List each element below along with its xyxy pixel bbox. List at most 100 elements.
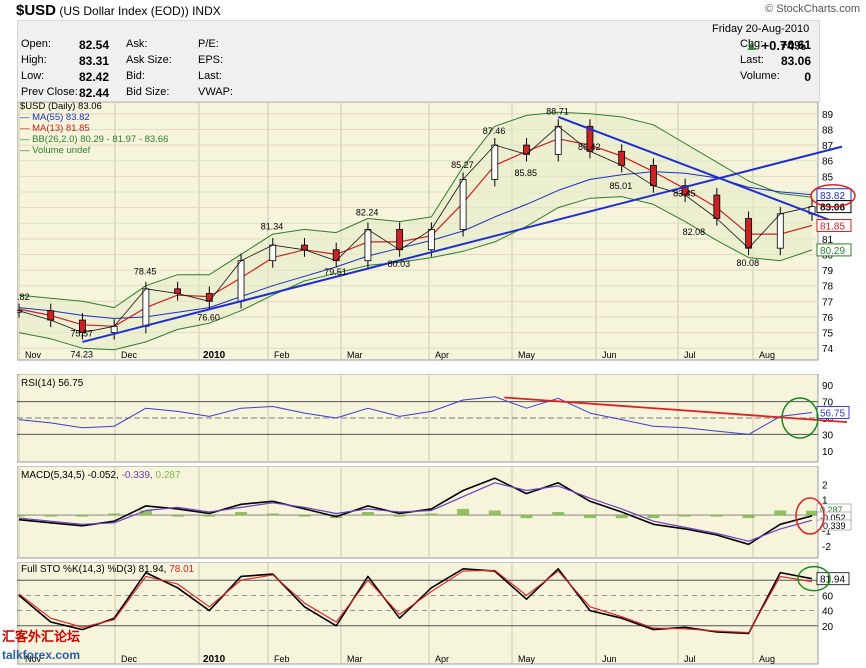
macd-histogram-bar: [266, 513, 279, 516]
sto-xaxis-label: 2010: [203, 654, 226, 665]
price-ytick-label: 79: [822, 266, 834, 277]
sto-xaxis-label: May: [518, 654, 536, 664]
candle-body: [491, 144, 499, 180]
macd-histogram-bar: [203, 515, 216, 517]
price-annotation: 79.51: [324, 267, 347, 277]
price-annotation: 88.71: [546, 106, 569, 116]
price-annotation: 80.08: [737, 258, 760, 268]
xaxis-label: Jun: [602, 350, 617, 360]
quote-value: 82.44: [78, 86, 109, 100]
quote-value: 0: [804, 70, 811, 84]
macd-histogram-bar: [806, 510, 818, 516]
quote-label: EPS:: [198, 54, 224, 66]
quote-label: Bid:: [126, 70, 145, 82]
xaxis-label: Dec: [121, 350, 138, 360]
watermark-site: talkforex.com: [2, 648, 81, 662]
price-annotation: 82.24: [356, 207, 379, 217]
watermark-cn: 汇客外汇论坛: [2, 629, 81, 644]
quote-label: VWAP:: [198, 86, 234, 98]
xaxis-label: Jul: [684, 350, 696, 360]
macd-histogram-bar: [361, 512, 374, 516]
candle-body: [237, 260, 245, 302]
macd-histogram-bar: [235, 512, 248, 516]
price-tag-label: 81.85: [820, 222, 845, 233]
macd-histogram-bar: [710, 515, 723, 517]
macd-histogram-bar: [393, 515, 406, 517]
price-annotation: 76.82: [17, 292, 30, 302]
macd-histogram-bar: [17, 515, 25, 517]
stock-chart-page: $USD (US Dollar Index (EOD)) INDX © Stoc…: [0, 0, 866, 668]
quote-label: Open:: [21, 38, 51, 50]
sto-xaxis-label: Dec: [121, 654, 138, 664]
price-annotation: 80.03: [388, 259, 411, 269]
xaxis-label: Feb: [274, 350, 290, 360]
xaxis-label: Apr: [435, 350, 449, 360]
quote-value: 83.31: [78, 54, 109, 68]
xaxis-label: 2010: [203, 350, 226, 361]
macd-histogram-bar: [488, 510, 501, 516]
candle-body: [47, 310, 55, 321]
quote-label: Last:: [740, 54, 764, 66]
candle-body: [269, 244, 277, 262]
sto-ytick-label: 20: [822, 622, 834, 633]
macd-histogram-bar: [425, 513, 438, 516]
macd-histogram-bar: [742, 515, 755, 519]
price-ytick-label: 75: [822, 329, 834, 340]
macd-histogram-bar: [647, 515, 660, 519]
sto-plot-area: [17, 562, 819, 665]
price-ytick-label: 74: [822, 344, 834, 355]
rsi-ytick-label: 90: [822, 381, 834, 392]
quote-label: Low:: [21, 70, 45, 82]
candle-body: [618, 150, 626, 166]
macd-histogram-bar: [298, 515, 311, 517]
quote-box: Friday 20-Aug-2010 ▲ +0.74% Open: 82.54 As…: [17, 20, 820, 102]
price-tag-label: 83.06: [820, 203, 845, 214]
price-annotation: 76.60: [197, 313, 220, 323]
candle-body: [142, 288, 150, 327]
price-legend-item: — MA(55) 83.82: [20, 112, 90, 123]
candle-body: [713, 194, 721, 219]
price-ytick-label: 77: [822, 297, 834, 308]
candle-body: [301, 244, 308, 251]
quote-value: 82.42: [78, 70, 109, 84]
quote-label: Last:: [198, 70, 222, 82]
macd-histogram-bar: [774, 510, 787, 516]
candle-body: [650, 164, 657, 187]
rsi-panel: 907050301056.75RSI(14) 56.75: [17, 374, 850, 463]
sto-xaxis-label: Aug: [759, 654, 775, 664]
sto-xaxis-label: Mar: [347, 654, 363, 664]
quote-label: Chg:: [740, 38, 764, 50]
rsi-ytick-label: 10: [822, 447, 834, 458]
quote-label: P/E:: [198, 38, 219, 50]
price-ytick-label: 78: [822, 282, 834, 293]
macd-histogram-bar: [108, 513, 121, 516]
price-annotation: 87.46: [483, 126, 506, 136]
macd-histogram-bar: [615, 515, 628, 519]
price-annotation: 85.01: [610, 181, 633, 191]
price-tag-label: 83.82: [820, 191, 845, 202]
macd-histogram-bar: [552, 512, 565, 516]
candle-body: [459, 179, 467, 230]
macd-histogram-bar: [76, 515, 89, 517]
price-legend-item: — MA(13) 81.85: [20, 123, 90, 134]
macd-legend: MACD(5,34,5) -0.052, -0.339, 0.287: [21, 470, 181, 481]
candle-body: [110, 325, 118, 333]
macd-histogram-bar: [457, 508, 470, 516]
price-ytick-label: 76: [822, 313, 834, 324]
price-annotation: 78.45: [134, 267, 157, 277]
chart-title: $USD (US Dollar Index (EOD)) INDX: [16, 2, 221, 19]
macd-histogram-bar: [583, 515, 596, 519]
quote-label: Ask:: [126, 38, 148, 50]
price-annotation: 86.42: [578, 142, 601, 152]
macd-histogram-bar: [520, 515, 533, 519]
price-annotation: 85.85: [515, 168, 538, 178]
macd-histogram-bar: [679, 515, 692, 517]
quote-value: 83.06: [780, 54, 811, 68]
price-ytick-label: 88: [822, 125, 834, 136]
rsi-tag-label: 56.75: [820, 408, 845, 419]
quote-value: +0.61: [780, 38, 811, 52]
quote-label: Prev Close:: [21, 86, 78, 98]
brand-watermark: © StockCharts.com: [765, 3, 860, 15]
candle-body: [205, 293, 213, 302]
price-ytick-label: 86: [822, 157, 834, 168]
